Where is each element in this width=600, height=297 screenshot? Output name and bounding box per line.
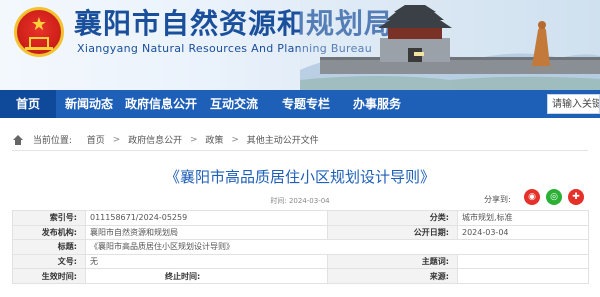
- table-row: 生效时间: 终止时间: 来源:: [12, 268, 589, 284]
- article-title: 《襄阳市高品质居住小区规划设计导则》: [164, 168, 435, 186]
- table-row: 索引号: 011158671/2024-05259 分类: 城市规划,标准: [12, 210, 589, 226]
- breadcrumb-other-files[interactable]: 其他主动公开文件: [247, 133, 319, 146]
- docno-value: 无: [85, 253, 328, 270]
- national-emblem-icon: ★: [14, 7, 64, 57]
- nav-item-home[interactable]: 首页: [0, 90, 56, 118]
- table-row: 标题: 《襄阳市高品质居住小区规划设计导则》: [12, 239, 589, 255]
- date-label: 公开日期:: [327, 224, 458, 241]
- breadcrumb-gov-info[interactable]: 政府信息公开: [128, 133, 182, 146]
- nav-item-interaction[interactable]: 互动交流: [202, 90, 266, 118]
- breadcrumb-separator: >: [190, 134, 198, 145]
- publisher-value: 襄阳市自然资源和规划局: [85, 224, 328, 241]
- expiry-label: 终止时间:: [165, 271, 201, 281]
- breadcrumb-label: 当前位置:: [32, 136, 72, 146]
- publisher-label: 发布机构:: [12, 224, 86, 241]
- table-row: 发布机构: 襄阳市自然资源和规划局 公开日期: 2024-03-04: [12, 224, 589, 241]
- breadcrumb: 当前位置: 首页 > 政府信息公开 > 政策 > 其他主动公开文件: [12, 133, 319, 146]
- nav-item-topics[interactable]: 专题专栏: [274, 90, 338, 118]
- subject-value: [457, 253, 589, 270]
- date-value: 2024-03-04: [457, 224, 589, 241]
- document-info-table: 索引号: 011158671/2024-05259 分类: 城市规划,标准 发布…: [12, 210, 589, 284]
- subject-label: 主题词:: [327, 253, 458, 270]
- source-label: 来源:: [327, 268, 458, 284]
- city-gate-illustration: [300, 0, 600, 90]
- category-label: 分类:: [327, 210, 458, 226]
- breadcrumb-home[interactable]: 首页: [87, 133, 105, 146]
- table-row: 文号: 无 主题词:: [12, 253, 589, 270]
- share-label: 分享到:: [484, 195, 511, 204]
- effective-label: 生效时间:: [12, 268, 86, 284]
- nav-item-gov-info[interactable]: 政府信息公开: [124, 90, 198, 118]
- docno-label: 文号:: [12, 253, 86, 270]
- name-value: 《襄阳市高品质居住小区规划设计导则》: [85, 239, 589, 255]
- nav-item-services[interactable]: 办事服务: [346, 90, 408, 118]
- index-label: 索引号:: [12, 210, 86, 226]
- effective-value: 终止时间:: [85, 268, 328, 284]
- index-value: 011158671/2024-05259: [85, 210, 328, 226]
- breadcrumb-policy[interactable]: 政策: [205, 133, 223, 146]
- category-value: 城市规划,标准: [457, 210, 589, 226]
- home-icon: [12, 134, 24, 145]
- main-nav: 首页 新闻动态 政府信息公开 互动交流 专题专栏 办事服务: [0, 90, 600, 118]
- wechat-share-icon[interactable]: ◎: [546, 189, 562, 205]
- breadcrumb-separator: >: [112, 134, 121, 145]
- weibo-share-icon[interactable]: ◉: [524, 189, 540, 205]
- name-label: 标题:: [12, 239, 86, 255]
- time-label: 时间:: [270, 197, 287, 205]
- breadcrumb-divider: [12, 150, 588, 151]
- publish-time: 2024-03-04: [288, 197, 330, 205]
- more-share-icon[interactable]: ✚: [568, 189, 584, 205]
- site-header: ★ 襄阳市自然资源和规划局 Xiangyang Natural Resource…: [0, 0, 600, 90]
- search-input[interactable]: [547, 94, 600, 114]
- breadcrumb-separator: >: [231, 134, 239, 145]
- source-value: [457, 268, 589, 284]
- nav-item-news[interactable]: 新闻动态: [58, 90, 120, 118]
